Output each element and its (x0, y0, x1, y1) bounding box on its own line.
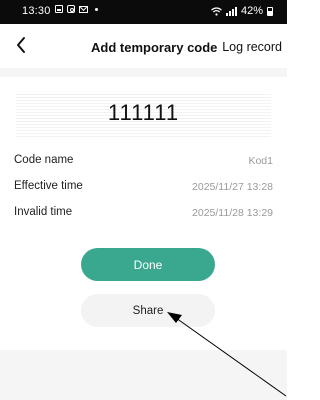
status-time: 13:30 (22, 5, 51, 17)
code-name-value: Kod1 (248, 155, 273, 167)
invalid-time-value: 2025/11/28 13:29 (192, 207, 273, 219)
effective-time-row: Effective time 2025/11/27 13:28 (0, 180, 287, 198)
notification-icons (55, 5, 98, 13)
invalid-time-label: Invalid time (14, 206, 73, 218)
log-record-link[interactable]: Log record (222, 40, 282, 54)
instagram-icon (67, 5, 75, 13)
system-icons: 42% (211, 5, 273, 17)
code-name-row: Code name Kod1 (0, 154, 287, 172)
temporary-code-value: 111111 (107, 100, 180, 125)
status-bar: 13:30 42% (0, 0, 287, 24)
effective-time-label: Effective time (14, 180, 83, 192)
battery-percent: 42% (240, 5, 263, 17)
effective-time-value: 2025/11/27 13:28 (192, 181, 273, 193)
bottom-area (0, 350, 287, 400)
chevron-left-icon (17, 37, 25, 53)
signal-icon (225, 6, 237, 16)
wifi-icon (211, 6, 222, 16)
dot-icon (95, 7, 98, 11)
page-title: Add temporary code (91, 40, 218, 55)
done-button[interactable]: Done (81, 248, 215, 281)
battery-icon (267, 6, 273, 16)
mail-icon (79, 5, 88, 13)
header-divider (0, 68, 287, 77)
invalid-time-row: Invalid time 2025/11/28 13:29 (0, 206, 287, 224)
back-button[interactable] (10, 32, 34, 58)
page: 13:30 42% Add temporary code Log record … (0, 0, 287, 400)
code-name-label: Code name (14, 154, 74, 166)
image-icon (55, 5, 63, 13)
share-button[interactable]: Share (81, 294, 215, 327)
nav-bar: Add temporary code Log record (0, 24, 287, 68)
